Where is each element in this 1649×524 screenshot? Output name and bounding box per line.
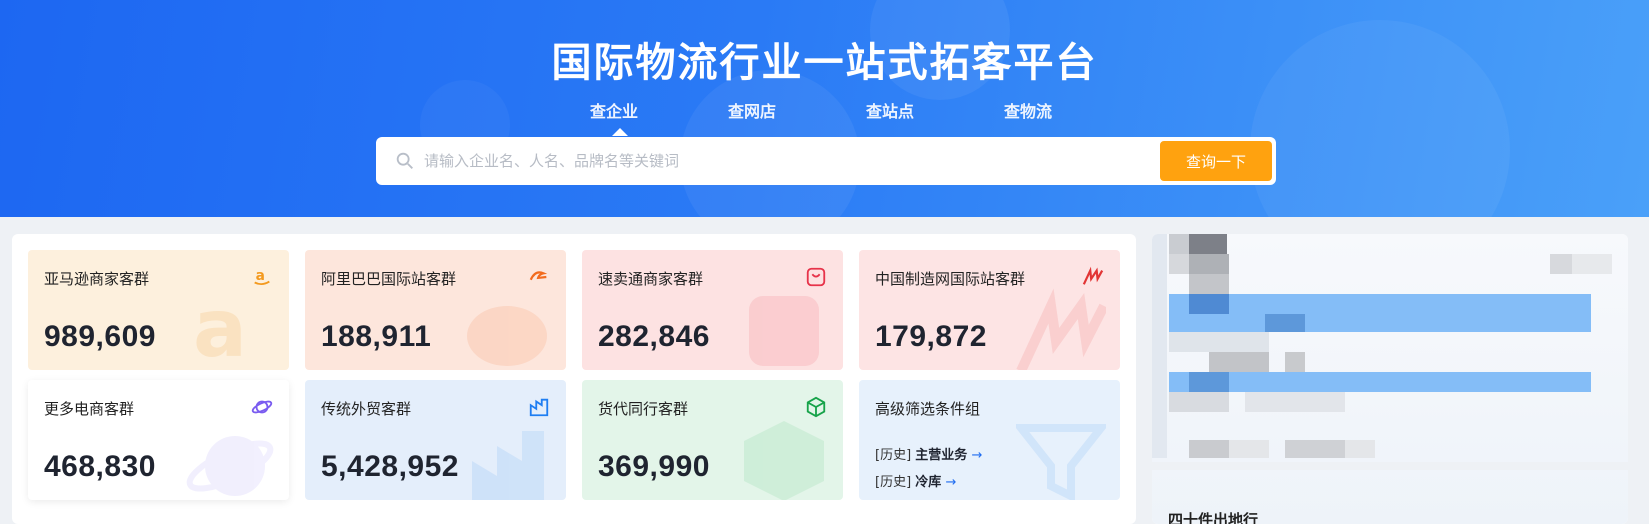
made-in-china-watermark-icon — [1016, 288, 1106, 370]
aliexpress-bag-icon — [806, 267, 826, 287]
search-type-tabs: 查企业 查网店 查站点 查物流 — [590, 98, 1142, 136]
card-value: 5,428,952 — [321, 450, 459, 483]
card-value: 989,609 — [44, 320, 156, 353]
card-made-in-china[interactable]: 中国制造网国际站客群 179,872 — [859, 250, 1120, 370]
card-advanced-filter: 高级筛选条件组 [历史] 主营业务 → [历史] 冷库 → — [859, 380, 1120, 500]
search-bar: 查询一下 — [376, 137, 1276, 185]
card-aliexpress[interactable]: 速卖通商家客群 282,846 — [582, 250, 843, 370]
blur-block — [1285, 352, 1305, 372]
planet-watermark-icon — [186, 436, 274, 496]
card-title: 亚马逊商家客群 — [44, 270, 150, 288]
card-title: 速卖通商家客群 — [598, 270, 704, 288]
card-title: 传统外贸客群 — [321, 400, 412, 418]
history-prefix: [历史] — [875, 448, 912, 463]
funnel-watermark-icon — [1016, 424, 1106, 500]
blur-block — [1345, 440, 1375, 458]
card-forwarder-peers[interactable]: 货代同行客群 369,990 — [582, 380, 843, 500]
svg-text:a: a — [256, 268, 265, 284]
history-filter-label: 主营业务 — [915, 448, 968, 463]
blur-block — [1169, 332, 1269, 352]
blur-block — [1265, 314, 1305, 332]
blur-highlight-row — [1169, 294, 1591, 332]
alibaba-watermark-icon — [467, 306, 547, 366]
search-icon — [396, 152, 413, 169]
card-more-ecommerce[interactable]: 更多电商客群 468,830 — [28, 380, 289, 500]
made-in-china-logo-icon — [1082, 266, 1104, 285]
amazon-logo-icon: a — [254, 268, 270, 286]
blur-block — [1189, 254, 1229, 274]
page-title: 国际物流行业一站式拓客平台 — [551, 40, 1098, 86]
svg-text:a: a — [193, 286, 247, 370]
blur-block — [1152, 234, 1167, 458]
cube-watermark-icon — [744, 421, 824, 500]
amazon-watermark-icon: a — [193, 286, 247, 370]
blur-block — [1245, 392, 1345, 412]
card-value: 369,990 — [598, 450, 710, 483]
blur-highlight-row — [1169, 372, 1591, 392]
aliexpress-watermark-icon — [749, 296, 819, 366]
blur-block — [1550, 254, 1572, 274]
card-value: 179,872 — [875, 320, 987, 353]
blur-block — [1169, 254, 1189, 274]
card-title: 更多电商客群 — [44, 400, 135, 418]
sidebar-blurred: 四十件出地行 — [1152, 234, 1628, 524]
card-title: 高级筛选条件组 — [875, 400, 981, 418]
blur-block — [1169, 392, 1229, 412]
card-alibaba[interactable]: 阿里巴巴国际站客群 188,911 — [305, 250, 566, 370]
card-title: 中国制造网国际站客群 — [875, 270, 1026, 288]
blur-block — [1189, 294, 1229, 314]
tab-online-store[interactable]: 查网店 — [728, 98, 866, 122]
card-value: 282,846 — [598, 320, 710, 353]
blur-block — [1572, 254, 1612, 274]
card-title: 阿里巴巴国际站客群 — [321, 270, 457, 288]
card-value: 188,911 — [321, 320, 432, 353]
blur-block — [1189, 234, 1227, 254]
card-title: 货代同行客群 — [598, 400, 689, 418]
blur-block — [1189, 372, 1229, 392]
history-filter-list: [历史] 主营业务 → [历史] 冷库 → — [875, 442, 982, 496]
blur-block — [1229, 440, 1269, 458]
cube-box-icon — [806, 396, 826, 418]
arrow-right-icon: → — [971, 448, 983, 463]
alibaba-logo-icon — [529, 271, 548, 281]
blur-block — [1189, 274, 1229, 294]
tab-site[interactable]: 查站点 — [866, 98, 1004, 122]
arrow-right-icon: → — [945, 475, 957, 490]
hero-banner: 国际物流行业一站式拓客平台 查企业 查网店 查站点 查物流 查询一下 — [0, 0, 1649, 217]
tab-logistics[interactable]: 查物流 — [1004, 98, 1142, 122]
tab-enterprise[interactable]: 查企业 — [590, 98, 728, 136]
blur-block — [1169, 234, 1189, 254]
history-filter-link[interactable]: [历史] 冷库 → — [875, 469, 982, 496]
search-input[interactable] — [424, 141, 1160, 181]
card-traditional-trade[interactable]: 传统外贸客群 5,428,952 — [305, 380, 566, 500]
blur-block — [1189, 440, 1229, 458]
card-value: 468,830 — [44, 450, 156, 483]
customer-groups-panel: 亚马逊商家客群 989,609 a a 阿里巴巴国际站客群 188,911 速卖… — [12, 234, 1136, 524]
planet-icon — [251, 400, 273, 414]
factory-icon — [529, 398, 549, 417]
factory-watermark-icon — [472, 431, 544, 500]
blur-block — [1285, 440, 1345, 458]
search-button[interactable]: 查询一下 — [1160, 141, 1272, 181]
history-filter-link[interactable]: [历史] 主营业务 → — [875, 442, 982, 469]
card-amazon[interactable]: 亚马逊商家客群 989,609 a a — [28, 250, 289, 370]
blur-block — [1209, 352, 1269, 372]
sidebar-section-title: 四十件出地行 — [1168, 511, 1259, 524]
history-filter-label: 冷库 — [915, 475, 942, 490]
history-prefix: [历史] — [875, 475, 912, 490]
divider — [1152, 462, 1628, 470]
